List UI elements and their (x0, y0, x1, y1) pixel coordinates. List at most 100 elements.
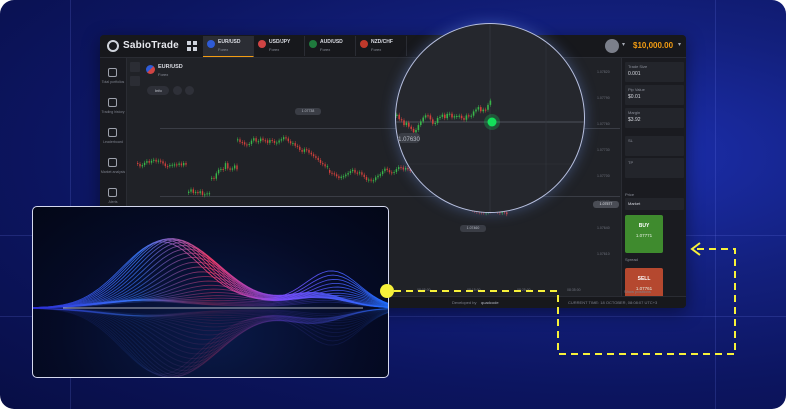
tab-usd-jpy[interactable]: USD/JPY Forex (254, 36, 305, 56)
account-balance[interactable]: $10,000.00 (633, 41, 673, 50)
candle (310, 152, 312, 155)
candle (396, 114, 398, 116)
field-value: 0.001 (628, 71, 641, 77)
history-icon (108, 98, 117, 107)
sell-label: SELL (637, 276, 651, 282)
field-label: SL (628, 138, 633, 143)
candle (306, 149, 308, 151)
candle (404, 168, 407, 170)
developer-name[interactable]: quadcode (481, 300, 499, 305)
field-value: $3.92 (628, 117, 641, 123)
candle (412, 128, 415, 133)
candle (269, 140, 271, 143)
sidebar-item-history[interactable]: Trading history (100, 94, 126, 124)
candle (173, 164, 176, 166)
field-pip-value[interactable]: Pip Value $0.01 (625, 85, 684, 105)
candle (415, 129, 417, 133)
zoomed-candles: 1.07630 (396, 24, 584, 212)
sidebar-item-label: Market analysis (100, 170, 126, 174)
tab-pair: AUD/USD (320, 39, 343, 45)
candle (436, 117, 439, 123)
candle (157, 160, 160, 162)
price-mode-value: Market (628, 201, 641, 206)
candle (139, 163, 141, 167)
tab-nzd-chf[interactable]: NZD/CHF Forex (356, 36, 407, 56)
sidebar-item-leaderboard[interactable]: Leaderboard (100, 124, 126, 154)
candle (480, 107, 482, 112)
avatar[interactable] (605, 39, 619, 53)
candle (180, 163, 183, 166)
candle (372, 180, 375, 182)
y-axis-label: 1.07790 (597, 96, 610, 100)
field-tp[interactable]: TP (625, 158, 684, 178)
field-sl[interactable]: SL (625, 136, 684, 156)
candle (398, 114, 400, 120)
highlight-dot (380, 284, 394, 298)
tab-type: Forex (320, 47, 331, 52)
candle (276, 142, 278, 144)
candle (329, 170, 331, 173)
candle (335, 174, 338, 177)
flag-icon (360, 40, 368, 48)
tab-pair: NZD/CHF (371, 39, 393, 45)
candle (370, 179, 372, 181)
candle (453, 116, 456, 118)
candle (227, 163, 229, 169)
candle (403, 120, 405, 126)
candle (160, 160, 162, 162)
brand-name: SabioTrade (123, 40, 179, 51)
sidebar-item-label: Total portfolios (101, 80, 125, 84)
y-axis-label: 1.07760 (597, 122, 610, 126)
candle (427, 115, 429, 117)
candle (487, 104, 489, 110)
candle (315, 156, 317, 158)
candle (239, 139, 241, 143)
candle (278, 140, 280, 143)
candle (402, 167, 404, 170)
field-label: Trade Size (628, 64, 648, 69)
candle (417, 125, 420, 130)
candle (153, 159, 155, 161)
candle (312, 154, 315, 157)
candle (164, 163, 166, 167)
current-time: CURRENT TIME: 18 OCTOBER, 08:08:07 UTC+3 (568, 300, 658, 305)
candle (211, 177, 213, 179)
candle (388, 170, 391, 173)
chevron-down-icon[interactable]: ▾ (678, 41, 681, 48)
candle (465, 115, 468, 120)
candle (458, 115, 460, 117)
candle (475, 109, 477, 112)
candle (287, 138, 289, 142)
buy-button[interactable]: BUY 1.07771 (625, 215, 663, 253)
field-margin[interactable]: Margin $3.92 (625, 108, 684, 128)
candle (234, 165, 236, 169)
candle (358, 172, 361, 174)
candle (188, 191, 190, 193)
candle (146, 161, 148, 163)
candle (237, 139, 239, 141)
tab-aud-usd[interactable]: AUD/USD Forex (305, 36, 356, 56)
zoom-magnifier: 1.07630 (395, 23, 585, 213)
candle (408, 122, 410, 127)
candle (303, 149, 306, 152)
candle (204, 194, 206, 196)
price-mode-select[interactable]: Market (625, 198, 684, 210)
sidebar-item-portfolio[interactable]: Total portfolios (100, 64, 126, 94)
spread-label: Spread (625, 257, 638, 262)
tab-eur-usd[interactable]: EUR/USD Forex (203, 36, 254, 57)
analysis-icon (108, 158, 117, 167)
buy-price: 1.07771 (635, 233, 653, 238)
grid-menu-icon[interactable] (187, 41, 197, 51)
candle (255, 138, 257, 142)
candle (178, 163, 180, 165)
chevron-down-icon[interactable]: ▾ (622, 41, 625, 48)
candle (326, 166, 329, 168)
candle (342, 176, 345, 178)
x-axis-label: 08:25:00 (517, 288, 531, 292)
show-positions-link[interactable]: Show positions (624, 289, 651, 294)
field-trade-size[interactable]: Trade Size 0.001 (625, 62, 684, 82)
candle (301, 149, 303, 152)
candle (280, 139, 283, 141)
sidebar-item-analysis[interactable]: Market analysis (100, 154, 126, 184)
price-tag: 1.07738 (295, 108, 321, 115)
